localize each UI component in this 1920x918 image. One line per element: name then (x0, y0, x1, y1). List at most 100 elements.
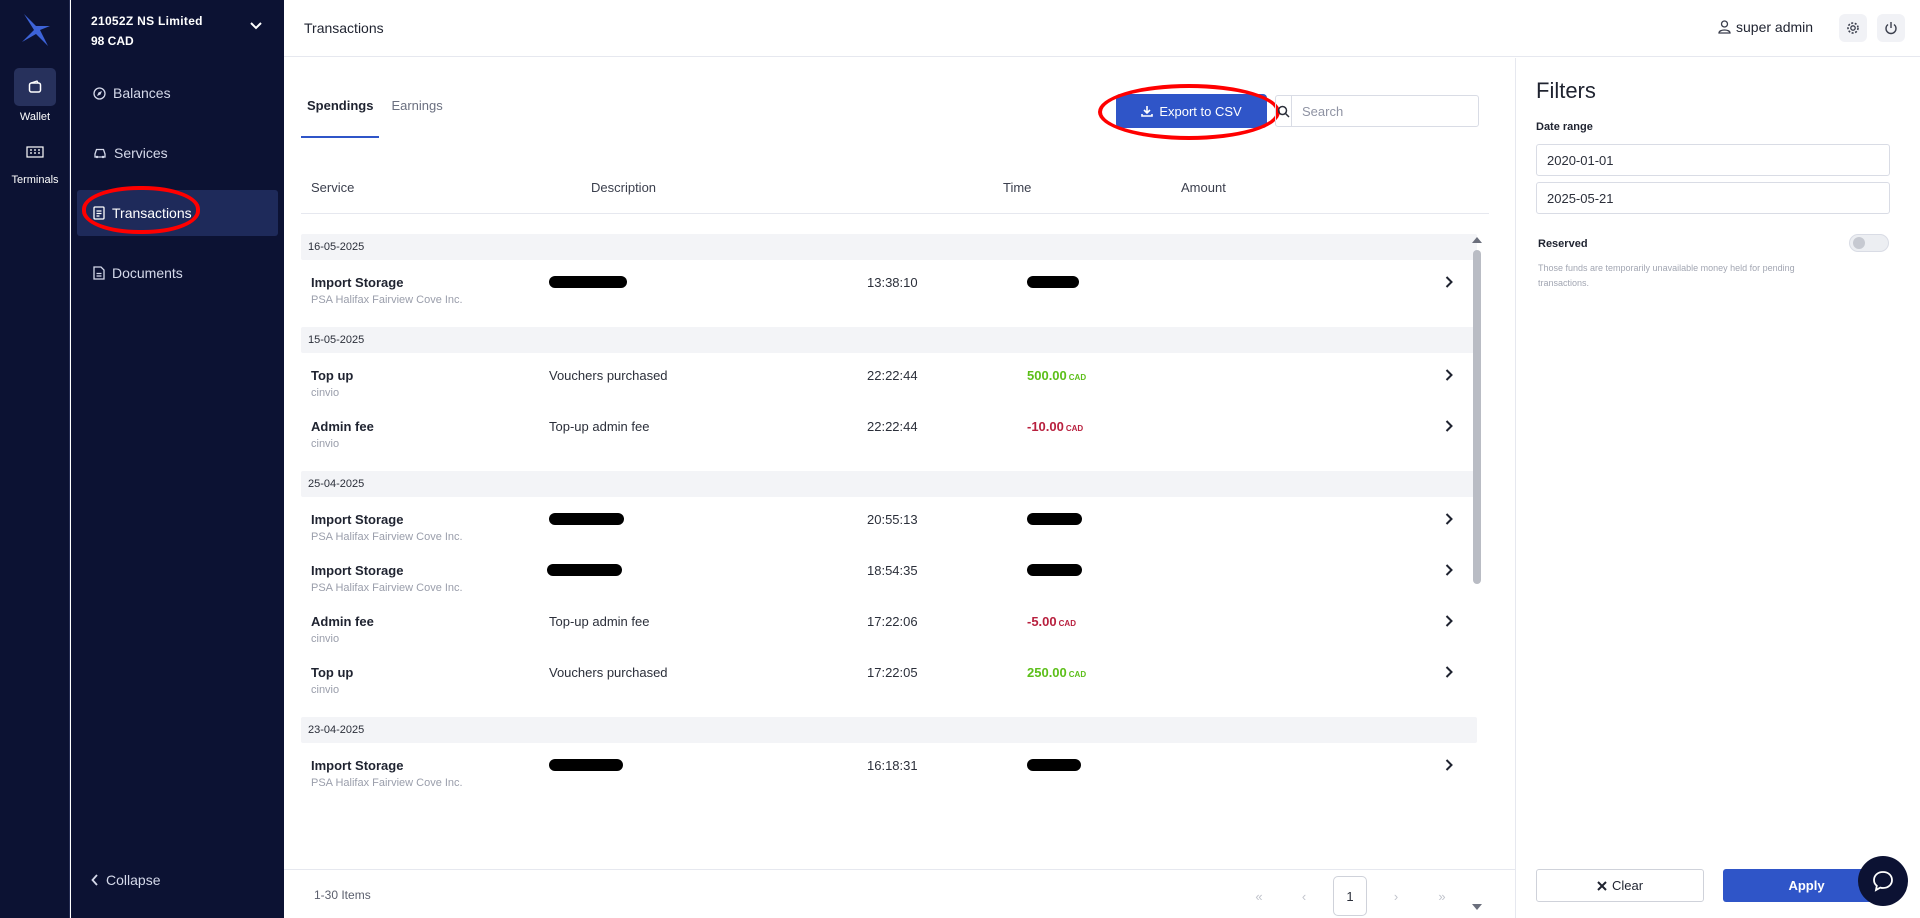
chat-button[interactable] (1858, 856, 1908, 906)
user-menu[interactable]: super admin (1718, 19, 1813, 35)
currency: CAD (1068, 670, 1087, 679)
amount-value: -10.00 (1027, 419, 1064, 434)
tab-earnings[interactable]: Earnings (385, 98, 448, 138)
sidebar-item-transactions[interactable]: Transactions (77, 190, 278, 236)
column-header-time: Time (1003, 180, 1032, 195)
sidebar-item-services[interactable]: Services (77, 130, 278, 176)
tab-bar: Spendings Earnings (301, 98, 455, 138)
search-icon[interactable] (1276, 96, 1292, 126)
redacted-amount (1027, 513, 1082, 525)
reserved-toggle[interactable] (1849, 234, 1889, 252)
transactions-list[interactable]: 16-05-2025 Import Storage PSA Halifax Fair… (301, 234, 1477, 910)
reserved-label: Reserved (1538, 238, 1588, 250)
toggle-knob (1853, 237, 1865, 249)
rail-item-wallet[interactable]: Wallet (0, 68, 70, 123)
service-name: Import Storage (311, 563, 404, 578)
service-provider: cinvio (311, 684, 340, 696)
sidebar-item-label: Balances (113, 85, 171, 101)
service-provider: cinvio (311, 438, 340, 450)
chevron-right-icon[interactable] (1445, 369, 1453, 381)
chevron-right-icon[interactable] (1445, 759, 1453, 771)
file-icon (93, 266, 105, 280)
sidebar-item-label: Documents (112, 265, 183, 281)
service-provider: PSA Halifax Fairview Cove Inc. (311, 582, 463, 594)
table-row[interactable]: Admin fee cinvio Top-up admin fee 22:22:44 -… (301, 414, 1477, 465)
description: Top-up admin fee (549, 419, 650, 434)
sidebar-item-label: Services (114, 145, 168, 161)
logout-button[interactable] (1877, 14, 1905, 42)
tab-spendings[interactable]: Spendings (301, 98, 380, 138)
chevron-right-icon[interactable] (1445, 564, 1453, 576)
date-to-field[interactable] (1536, 182, 1890, 214)
amount: -10.00 CAD (1027, 419, 1083, 434)
sidebar-item-documents[interactable]: Documents (77, 250, 278, 296)
user-name: super admin (1736, 19, 1814, 35)
date-from-field[interactable] (1536, 144, 1890, 176)
redacted-description (547, 564, 622, 576)
date-group-header: 25-04-2025 (301, 471, 1477, 497)
service-provider: cinvio (311, 387, 340, 399)
rail-item-label: Terminals (11, 174, 59, 186)
reserved-note: Those funds are temporarily unavailable … (1538, 263, 1795, 288)
amount-value: 250.00 (1027, 665, 1067, 680)
scrollbar[interactable] (1470, 236, 1484, 914)
redacted-description (549, 276, 627, 288)
gear-icon (1847, 22, 1859, 34)
service-provider: cinvio (311, 633, 340, 645)
table-row[interactable]: Top up cinvio Vouchers purchased 17:22:05 25… (301, 660, 1477, 711)
chevron-right-icon[interactable] (1445, 276, 1453, 288)
clear-button[interactable]: Clear (1536, 869, 1704, 902)
sidebar-item-balances[interactable]: Balances (77, 70, 278, 116)
time: 22:22:44 (867, 368, 918, 383)
search-input[interactable] (1292, 96, 1478, 126)
table-row[interactable]: Admin fee cinvio Top-up admin fee 17:22:06 -… (301, 609, 1477, 660)
last-page-button[interactable]: » (1425, 876, 1459, 916)
service-provider: PSA Halifax Fairview Cove Inc. (311, 294, 463, 306)
time: 16:18:31 (867, 758, 918, 773)
column-header-amount: Amount (1181, 180, 1226, 195)
table-row[interactable]: Import Storage PSA Halifax Fairview Cove … (301, 270, 1477, 321)
column-header-description: Description (591, 180, 657, 195)
export-csv-button[interactable]: Export to CSV (1116, 94, 1267, 128)
scroll-up-icon[interactable] (1472, 236, 1482, 243)
redacted-amount (1027, 759, 1081, 771)
terminal-icon (14, 133, 56, 171)
currency: CAD (1058, 619, 1076, 628)
time: 13:38:10 (867, 275, 918, 290)
collapse-button[interactable]: Collapse (91, 872, 160, 888)
chat-bubble-icon (1873, 871, 1893, 892)
table-row[interactable]: Import Storage PSA Halifax Fairview Cove … (301, 507, 1477, 558)
account-switcher[interactable]: 21052Z NS Limited 98 CAD (91, 14, 266, 52)
chevron-right-icon[interactable] (1445, 513, 1453, 525)
amount: 250.00 CAD (1027, 665, 1086, 680)
next-page-button[interactable]: › (1379, 876, 1413, 916)
prev-page-button[interactable]: ‹ (1287, 876, 1321, 916)
account-balance: 98 CAD (91, 34, 134, 48)
rail-item-terminals[interactable]: Terminals (0, 133, 70, 186)
service-name: Import Storage (311, 758, 404, 773)
scrollbar-thumb[interactable] (1473, 250, 1481, 584)
table-row[interactable]: Import Storage PSA Halifax Fairview Cove … (301, 558, 1477, 609)
chevron-right-icon[interactable] (1445, 666, 1453, 678)
amount-value: 500.00 (1027, 368, 1067, 383)
clear-label: Clear (1611, 878, 1644, 893)
chevron-right-icon[interactable] (1445, 615, 1453, 627)
column-header-service: Service (311, 180, 355, 195)
table-row[interactable]: Top up cinvio Vouchers purchased 22:22:44 50… (301, 363, 1477, 414)
settings-button[interactable] (1839, 14, 1867, 42)
amount: 500.00 CAD (1027, 368, 1086, 383)
page-title: Transactions (304, 20, 384, 36)
table-row[interactable]: Import Storage PSA Halifax Fairview Cove … (301, 753, 1477, 804)
power-icon (1885, 22, 1897, 35)
date-group-header: 15-05-2025 (301, 327, 1477, 353)
first-page-button[interactable]: « (1242, 876, 1276, 916)
service-provider: PSA Halifax Fairview Cove Inc. (311, 777, 463, 789)
redacted-amount (1027, 276, 1079, 288)
date-range-label: Date range (1536, 121, 1593, 133)
table-header: Service Description Time Amount (301, 174, 1489, 214)
search-box (1275, 95, 1479, 127)
page-number[interactable]: 1 (1333, 876, 1367, 916)
service-name: Admin fee (311, 419, 374, 434)
chevron-right-icon[interactable] (1445, 420, 1453, 432)
